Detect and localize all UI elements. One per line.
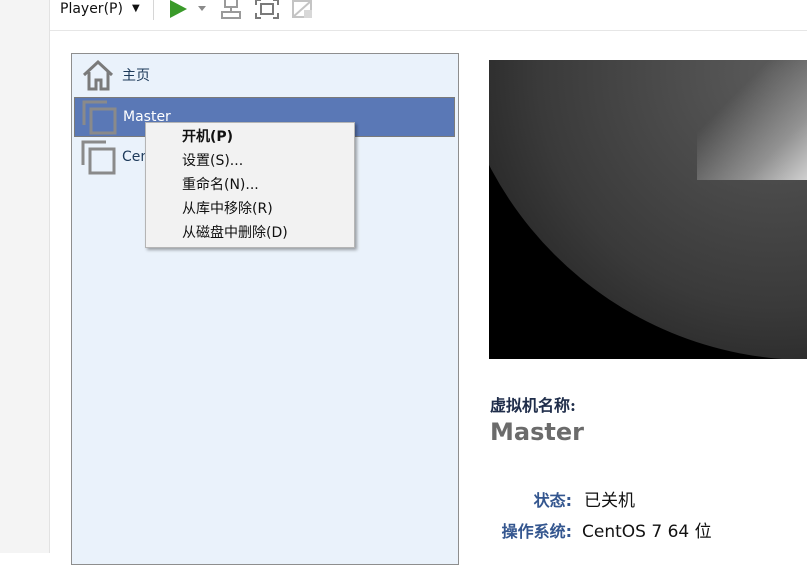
home-icon xyxy=(80,57,116,93)
os-value: CentOS 7 64 位 xyxy=(582,522,712,542)
chevron-down-icon[interactable] xyxy=(196,2,208,14)
chevron-down-icon: ▼ xyxy=(131,3,140,14)
menu-item-power-on[interactable]: 开机(P) xyxy=(182,126,233,148)
vm-name-label: 虚拟机名称: xyxy=(490,396,576,415)
library-item-home[interactable]: 主页 xyxy=(74,56,453,94)
send-ctrl-alt-del-icon[interactable] xyxy=(219,0,245,20)
unity-icon[interactable] xyxy=(290,0,316,20)
player-menu-label: Player(P) xyxy=(60,1,123,17)
toolbar: Player(P) ▼ xyxy=(50,0,807,31)
menu-item-settings[interactable]: 设置(S)... xyxy=(182,150,243,172)
menu-item-remove-from-library[interactable]: 从库中移除(R) xyxy=(182,198,273,220)
vm-icon xyxy=(81,99,117,135)
state-value: 已关机 xyxy=(584,491,635,511)
state-label: 状态: xyxy=(533,491,572,510)
menu-item-delete-from-disk[interactable]: 从磁盘中删除(D) xyxy=(182,222,288,244)
os-label: 操作系统: xyxy=(501,522,572,541)
preview-highlight xyxy=(697,60,807,180)
vm-name: Master xyxy=(490,418,584,446)
vm-preview-thumbnail xyxy=(489,60,807,359)
context-menu: 开机(P) 设置(S)... 重命名(N)... 从库中移除(R) 从磁盘中删除… xyxy=(145,122,355,248)
fullscreen-icon[interactable] xyxy=(254,0,280,20)
library-item-label: 主页 xyxy=(122,68,150,84)
left-gutter xyxy=(0,0,50,553)
vm-icon xyxy=(80,139,116,175)
play-icon[interactable] xyxy=(166,0,190,20)
player-menu-button[interactable]: Player(P) ▼ xyxy=(60,0,140,18)
menu-item-rename[interactable]: 重命名(N)... xyxy=(182,174,259,196)
toolbar-separator xyxy=(153,0,154,20)
